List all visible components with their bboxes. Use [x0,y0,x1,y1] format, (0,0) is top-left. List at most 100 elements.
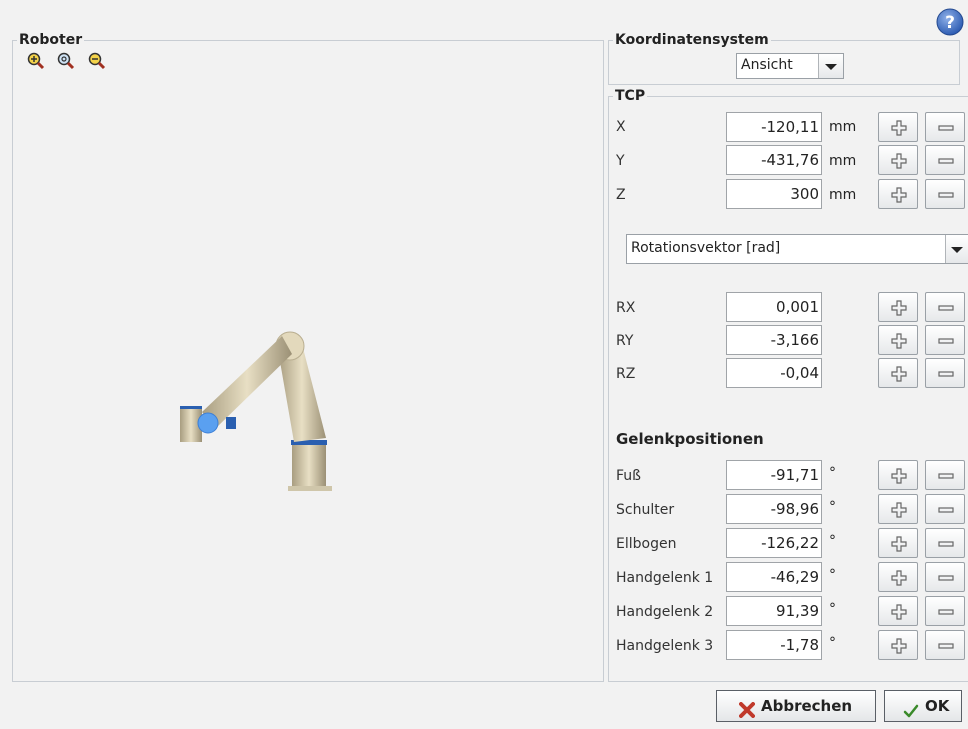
plus-icon [891,300,907,316]
joint-base-label: Fuß [616,468,641,484]
minus-icon [938,371,954,377]
tcp-ry-label: RY [616,333,634,349]
minus-icon [938,305,954,311]
ok-label: OK [925,697,950,715]
tcp-z-minus-button[interactable] [925,179,965,209]
plus-icon [891,187,907,203]
joint-elbow-label: Ellbogen [616,536,677,552]
tcp-z-label: Z [616,187,626,203]
robot-panel-title: Roboter [17,31,85,49]
tcp-y-unit: mm [829,153,857,169]
joint-shoulder-field[interactable]: -98,96 [726,494,822,524]
minus-icon [938,643,954,649]
joint-elbow-unit: ° [829,533,836,549]
joint-wrist1-unit: ° [829,567,836,583]
joint-wrist2-unit: ° [829,601,836,617]
joint-wrist3-label: Handgelenk 3 [616,638,714,654]
joint-wrist1-plus-button[interactable] [878,562,918,592]
ok-button[interactable]: OK [884,690,962,722]
tcp-y-field[interactable]: -431,76 [726,145,822,175]
close-icon [739,698,755,718]
chevron-down-icon [818,54,843,78]
joint-wrist2-minus-button[interactable] [925,596,965,626]
minus-icon [938,541,954,547]
tcp-rx-field[interactable]: 0,001 [726,292,822,322]
minus-icon [938,158,954,164]
joint-wrist1-field[interactable]: -46,29 [726,562,822,592]
minus-icon [938,338,954,344]
minus-icon [938,192,954,198]
plus-icon [891,468,907,484]
joint-elbow-plus-button[interactable] [878,528,918,558]
tcp-title: TCP [613,87,648,105]
plus-icon [891,333,907,349]
tcp-x-unit: mm [829,119,857,135]
coordinate-system-title: Koordinatensystem [613,31,771,49]
joint-base-unit: ° [829,465,836,481]
zoom-out-icon[interactable] [88,52,106,70]
tcp-rx-minus-button[interactable] [925,292,965,322]
joint-shoulder-minus-button[interactable] [925,494,965,524]
joint-wrist2-label: Handgelenk 2 [616,604,714,620]
chevron-down-icon [945,235,968,263]
joint-wrist3-unit: ° [829,635,836,651]
tcp-y-plus-button[interactable] [878,145,918,175]
joint-shoulder-plus-button[interactable] [878,494,918,524]
tcp-z-plus-button[interactable] [878,179,918,209]
cancel-button[interactable]: Abbrechen [716,690,876,722]
joint-elbow-minus-button[interactable] [925,528,965,558]
joint-base-plus-button[interactable] [878,460,918,490]
help-icon[interactable]: ? [936,8,964,36]
rotation-representation-select[interactable]: Rotationsvektor [rad] [626,234,968,264]
rotation-select-value: Rotationsvektor [rad] [631,240,781,256]
plus-icon [891,638,907,654]
svg-text:?: ? [945,13,955,33]
view-select-value: Ansicht [741,57,793,73]
joint-wrist3-field[interactable]: -1,78 [726,630,822,660]
zoom-reset-icon[interactable] [57,52,75,70]
joint-positions-title: Gelenkpositionen [616,430,764,448]
plus-icon [891,502,907,518]
joint-wrist1-minus-button[interactable] [925,562,965,592]
plus-icon [891,153,907,169]
tcp-y-label: Y [616,153,625,169]
tcp-x-label: X [616,119,626,135]
tcp-ry-plus-button[interactable] [878,325,918,355]
joint-wrist3-minus-button[interactable] [925,630,965,660]
cancel-label: Abbrechen [761,697,853,715]
plus-icon [891,604,907,620]
tcp-rx-plus-button[interactable] [878,292,918,322]
view-select[interactable]: Ansicht [736,53,844,79]
plus-icon [891,536,907,552]
robot-3d-view[interactable] [170,320,340,500]
tcp-y-minus-button[interactable] [925,145,965,175]
zoom-in-icon[interactable] [27,52,45,70]
tcp-rz-label: RZ [616,366,636,382]
tcp-z-unit: mm [829,187,857,203]
joint-wrist2-plus-button[interactable] [878,596,918,626]
tcp-rz-minus-button[interactable] [925,358,965,388]
tcp-rx-label: RX [616,300,636,316]
plus-icon [891,120,907,136]
tcp-x-minus-button[interactable] [925,112,965,142]
tcp-ry-minus-button[interactable] [925,325,965,355]
joint-elbow-field[interactable]: -126,22 [726,528,822,558]
tcp-z-field[interactable]: 300 [726,179,822,209]
tcp-rz-field[interactable]: -0,04 [726,358,822,388]
joint-wrist3-plus-button[interactable] [878,630,918,660]
tcp-ry-field[interactable]: -3,166 [726,325,822,355]
joint-wrist2-field[interactable]: 91,39 [726,596,822,626]
joint-base-minus-button[interactable] [925,460,965,490]
minus-icon [938,609,954,615]
tcp-rz-plus-button[interactable] [878,358,918,388]
joint-base-field[interactable]: -91,71 [726,460,822,490]
joint-wrist1-label: Handgelenk 1 [616,570,714,586]
joint-shoulder-label: Schulter [616,502,675,518]
minus-icon [938,125,954,131]
plus-icon [891,570,907,586]
minus-icon [938,473,954,479]
tcp-x-field[interactable]: -120,11 [726,112,822,142]
minus-icon [938,575,954,581]
tcp-x-plus-button[interactable] [878,112,918,142]
minus-icon [938,507,954,513]
